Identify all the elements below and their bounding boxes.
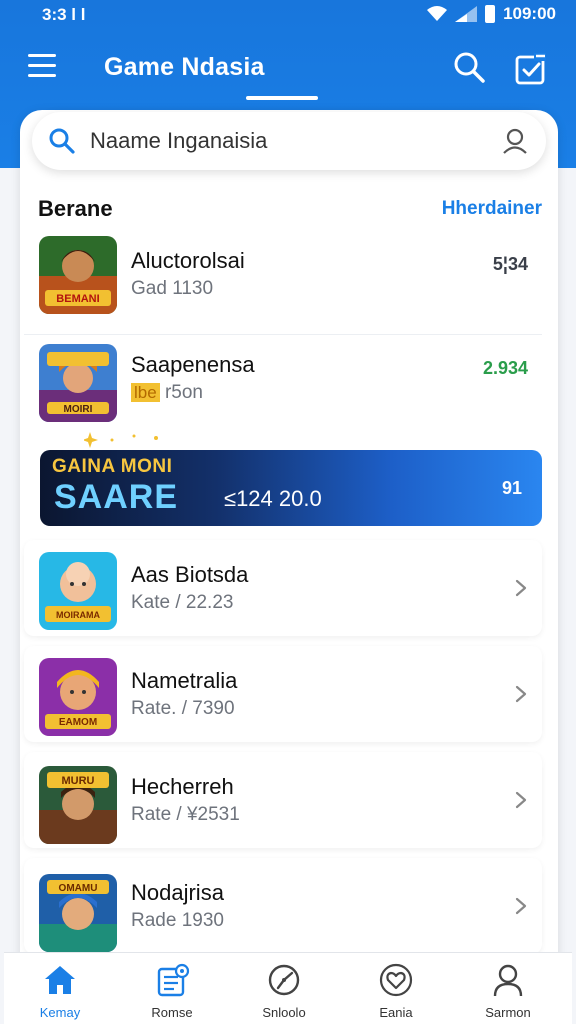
item-tag: lbe [131,383,160,402]
nav-label: Romse [151,1005,193,1020]
checklist-icon[interactable] [514,52,548,86]
sparkle-icon [84,432,158,448]
menu-line [28,64,56,67]
item-value: 5¦34 [492,254,528,274]
search-icon [49,128,75,154]
profile-search-icon[interactable] [500,126,530,156]
item-title: Aas Biotsda [131,562,249,587]
section-link[interactable]: Hherdainer [442,198,542,220]
game-thumbnail: MOIRI [39,344,117,422]
item-subtitle: Gad 1130 [131,278,214,299]
search-icon[interactable] [452,50,486,84]
section-title: Berane [38,196,113,221]
menu-button[interactable] [28,54,56,78]
nav-label: Eania [379,1005,413,1020]
chevron-right-icon [515,579,527,597]
item-subtitle: Rate / ¥2531 [131,804,240,825]
game-art-icon: EAMOM [39,658,117,736]
thumb-caption: MOIRI [64,404,93,415]
item-title: Nodajrisa [131,880,224,905]
item-subtitle-text: r5on [164,382,203,403]
item-title: Saapenensa [131,352,255,377]
game-art-icon: BEMANI [39,236,117,314]
list-item[interactable]: EAMOM Nametralia Rate. / 7390 [24,646,542,742]
home-icon [45,966,75,994]
menu-line [28,54,56,57]
item-subtitle: Rade 1930 [131,910,224,931]
list-item[interactable]: MURU Hecherreh Rate / ¥2531 [24,752,542,848]
status-right-group: 109:00 [427,4,556,24]
nav-label: Snloolo [262,1005,306,1020]
compass-icon [268,964,300,996]
item-subtitle: lbe r5on [131,382,203,404]
thumb-caption: BEMANI [56,293,99,305]
game-thumbnail: MURU [39,766,117,844]
app-title: Game Ndasia [104,53,265,81]
divider [24,334,542,335]
chevron-right-icon [515,897,527,915]
game-art-icon: OMAMU [39,874,117,952]
thumb-caption: OMAMU [59,883,98,894]
nav-item-profile[interactable]: Sarmon [452,953,564,1024]
nav-item-compass[interactable]: Snloolo [228,953,340,1024]
item-subtitle: Kate / 22.23 [131,592,234,613]
status-bar: 3:3 l l 109:00 [0,0,576,30]
status-right-time: 109:00 [503,4,556,23]
item-title: Nametralia [131,668,238,693]
game-thumbnail: BEMANI [39,236,117,314]
banner-line2: SAARE [54,478,179,516]
list-icon [157,963,190,997]
app-bar: Game Ndasia [0,40,576,96]
user-icon [493,964,523,997]
game-art-icon: MOIRI [39,344,117,422]
item-title: Aluctorolsai [131,248,245,273]
wifi-icon [427,6,448,21]
nav-item-list[interactable]: Romse [116,953,228,1024]
bottom-navigation: Kemay Romse Snloolo Eania Sarmon [4,952,572,1024]
banner-line1: GAINA MONI [52,456,173,477]
game-thumbnail: OMAMU [39,874,117,952]
game-art-icon: MOIRAMA [39,552,117,630]
nav-item-home[interactable]: Kemay [4,953,116,1024]
search-input[interactable]: Naame Inganaisia [90,128,267,154]
battery-icon [485,5,496,23]
thumb-caption: MURU [62,775,95,787]
promo-banner[interactable]: GAINA MONI SAARE ≤124 20.0 91 [40,450,542,526]
signal-icon [455,6,478,22]
thumb-caption: MOIRAMA [56,610,100,620]
list-item[interactable]: MOIRI Saapenensa lbe r5on 2.934 [24,336,542,436]
game-art-icon: MURU [39,766,117,844]
item-title: Hecherreh [131,774,234,799]
game-thumbnail: MOIRAMA [39,552,117,630]
menu-line [28,74,56,77]
tab-indicator [246,96,318,100]
list-item[interactable]: BEMANI Aluctorolsai Gad 1130 5¦34 [24,228,542,328]
nav-label: Sarmon [485,1005,531,1020]
thumb-caption: EAMOM [59,717,97,728]
game-thumbnail: EAMOM [39,658,117,736]
heart-icon [379,963,413,997]
banner-badge: 91 [501,478,522,498]
search-bar[interactable]: Naame Inganaisia [32,112,546,170]
status-left-time: 3:3 l l [42,5,86,24]
list-item[interactable]: MOIRAMA Aas Biotsda Kate / 22.23 [24,540,542,636]
chevron-right-icon [515,791,527,809]
nav-label: Kemay [39,1005,81,1020]
banner-amount: ≤124 20.0 [224,486,322,511]
item-value: 2.934 [482,358,528,378]
item-subtitle: Rate. / 7390 [131,698,235,719]
chevron-right-icon [515,685,527,703]
nav-item-favorites[interactable]: Eania [340,953,452,1024]
list-item[interactable]: OMAMU Nodajrisa Rade 1930 [24,858,542,954]
